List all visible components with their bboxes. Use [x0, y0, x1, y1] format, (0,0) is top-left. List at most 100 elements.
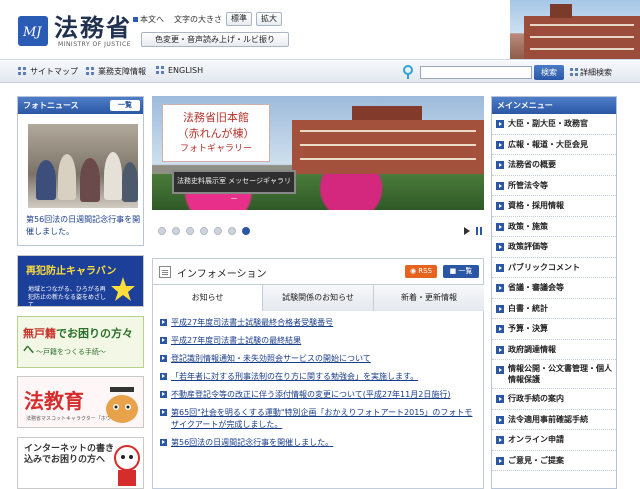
sitemap-link[interactable]: サイトマップ [18, 66, 78, 77]
star-icon [111, 277, 135, 301]
play-icon[interactable] [464, 227, 470, 235]
list-item[interactable]: 平成27年度司法書士試験の最終結果 [159, 335, 477, 347]
information-list-button[interactable]: ■ 一覧 [443, 265, 479, 278]
main-menu-header: メインメニュー [492, 97, 616, 114]
site-header: MJ 法務省 MINISTRY OF JUSTICE 本文へ 文字の大きさ 標準… [0, 0, 640, 60]
photo-gallery-slideshow[interactable]: 法務史料展示室 メッセージギャラリー 法務省旧本館 （赤れんが棟） フォトギャラ… [152, 96, 484, 210]
list-item-text: 平成27年度司法書士試験の最終結果 [171, 336, 302, 345]
photo-news-caption-link[interactable]: 第56回法の日週間記念行事を開催しました。 [26, 214, 141, 238]
slide-dot-3[interactable] [186, 227, 194, 235]
no-family-register-banner[interactable]: 無戸籍でお困りの方々へ ～戸籍をつくる手続～ [17, 316, 144, 368]
list-item[interactable]: 不動産登記令等の改正に伴う添付情報の変更について(平成27年11月2日施行) [159, 389, 477, 401]
slide-dot-5[interactable] [214, 227, 222, 235]
skip-to-content-label: 本文へ [140, 15, 164, 24]
information-list: 平成27年度司法書士試験最終合格者受験番号 平成27年度司法書士試験の最終結果 … [159, 317, 477, 455]
list-item-text: 第56回法の日週間記念行事を開催しました。 [171, 438, 334, 447]
arrow-icon [496, 120, 504, 128]
arrow-icon [496, 181, 504, 190]
menu-item-label: 予算・決算 [508, 324, 548, 333]
font-size-normal-button[interactable]: 標準 [226, 12, 252, 26]
list-item[interactable]: 第56回法の日週間記念行事を開催しました。 [159, 437, 477, 449]
menu-item-administrative-procedures[interactable]: 行政手続の案内 [492, 389, 616, 410]
menu-item-policies[interactable]: 政策・施策 [492, 217, 616, 237]
rss-button[interactable]: ◉ RSS [405, 265, 437, 278]
menu-item-policy-evaluation[interactable]: 政策評価等 [492, 237, 616, 258]
menu-item-label: 資格・採用情報 [508, 201, 564, 210]
menu-item-label: ご意見・ご提案 [508, 455, 564, 465]
menu-item-no-action-letter[interactable]: 法令適用事前確認手続 [492, 410, 616, 430]
arrow-bullet-icon [160, 391, 167, 398]
skip-to-content-link[interactable]: 本文へ [133, 14, 164, 25]
slide-dot-2[interactable] [172, 227, 180, 235]
slide-dot-7[interactable] [242, 227, 250, 235]
pause-icon[interactable] [476, 227, 482, 235]
menu-item-recruitment[interactable]: 資格・採用情報 [492, 196, 616, 217]
arrow-icon [496, 415, 504, 424]
menu-item-feedback[interactable]: ご意見・ご提案 [492, 451, 616, 471]
search-input[interactable] [420, 66, 532, 79]
menu-item-overview[interactable]: 法務省の概要 [492, 155, 616, 176]
photo-news-list-button[interactable]: 一覧 [110, 100, 140, 111]
list-item[interactable]: 登記識別情報通知・未失効照会サービスの開始について [159, 353, 477, 365]
menu-item-label: パブリックコメント [508, 262, 580, 272]
law-education-banner[interactable]: 法教育 法務省マスコットキャラクター「ホウリス君」 [17, 376, 144, 428]
information-tabs: お知らせ 試験関係のお知らせ 新着・更新情報 [153, 285, 484, 311]
internet-posting-banner[interactable]: インターネットの書き込みでお困りの方へ [17, 437, 144, 489]
red-brick-building-shape [292, 106, 484, 180]
english-link[interactable]: ENGLISH [156, 66, 203, 75]
arrow-icon [496, 304, 504, 313]
slideshow-controls [152, 224, 484, 238]
menu-item-label: 省議・審議会等 [508, 283, 564, 292]
main-menu: メインメニュー 大臣・副大臣・政務官 広報・報道・大臣会見 法務省の概要 所管法… [491, 96, 617, 489]
menu-item-councils[interactable]: 省議・審議会等 [492, 278, 616, 299]
slide-dot-4[interactable] [200, 227, 208, 235]
mascot-character-icon [114, 445, 140, 486]
recidivism-caravan-banner[interactable]: 再犯防止キャラバン 地域とつながる、ひろがる再犯防止の新たなる姿をめざして [17, 255, 144, 307]
building-tower-shape [550, 4, 572, 18]
slide-dot-1[interactable] [158, 227, 166, 235]
utility-nav: サイトマップ 業務支障情報 ENGLISH 検索 詳細検索 [0, 61, 640, 83]
moj-logo-icon[interactable]: MJ [18, 16, 48, 46]
grid-icon [86, 67, 94, 75]
exhibition-sign: 法務史料展示室 メッセージギャラリー [172, 170, 296, 203]
arrow-bullet-icon [160, 439, 167, 446]
menu-item-press[interactable]: 広報・報道・大臣会見 [492, 135, 616, 155]
menu-item-label: 政府調達情報 [508, 344, 556, 354]
arrow-icon [496, 325, 504, 333]
advanced-search-link[interactable]: 詳細検索 [570, 67, 612, 78]
photo-news-image[interactable] [28, 124, 138, 208]
site-title[interactable]: 法務省 [54, 8, 132, 43]
font-size-large-button[interactable]: 拡大 [256, 12, 282, 26]
menu-item-online-application[interactable]: オンライン申請 [492, 430, 616, 451]
menu-item-label: 法令適用事前確認手続 [508, 414, 588, 424]
building-roof-shape [352, 106, 422, 120]
rss-icon: ◉ [409, 267, 417, 275]
slide-dot-6[interactable] [228, 227, 236, 235]
menu-item-procurement[interactable]: 政府調達情報 [492, 340, 616, 360]
list-item[interactable]: 「若年者に対する刑事法制の在り方に関する勉強会」を実施します。 [159, 371, 477, 383]
photo-news-panel: フォトニュース 一覧 第56回法の日週間記念行事を開催しました。 [17, 96, 144, 246]
search-icon [403, 65, 413, 79]
tab-exam-notices[interactable]: 試験関係のお知らせ [263, 285, 374, 311]
tab-updates[interactable]: 新着・更新情報 [374, 285, 484, 311]
menu-item-ministers[interactable]: 大臣・副大臣・政務官 [492, 114, 616, 135]
koseki-banner-title-emphasis: 無戸籍 [23, 327, 56, 340]
arrow-icon [496, 161, 504, 169]
arrow-icon [496, 243, 504, 251]
menu-item-white-papers[interactable]: 白書・統計 [492, 299, 616, 319]
menu-item-budget[interactable]: 予算・決算 [492, 319, 616, 340]
list-item[interactable]: 第65回"社会を明るくする運動"特別企画「おかえりフォトアート2015」のフォト… [159, 407, 477, 431]
tab-notices[interactable]: お知らせ [153, 285, 263, 311]
accessibility-button[interactable]: 色変更・音声読み上げ・ルビ振り [141, 32, 289, 47]
menu-item-public-comment[interactable]: パブリックコメント [492, 258, 616, 278]
information-panel: インフォメーション ◉ RSS ■ 一覧 お知らせ 試験関係のお知らせ 新着・更… [152, 258, 484, 489]
list-item[interactable]: 平成27年度司法書士試験最終合格者受験番号 [159, 317, 477, 329]
business-disruption-link[interactable]: 業務支障情報 [86, 66, 146, 77]
menu-item-laws[interactable]: 所管法令等 [492, 176, 616, 196]
menu-item-label: オンライン申請 [508, 435, 564, 444]
menu-item-information-disclosure[interactable]: 情報公開・公文書管理・個人情報保護 [492, 360, 616, 389]
slide-title-box: 法務省旧本館 （赤れんが棟） フォトギャラリー [162, 104, 270, 162]
arrow-icon [496, 345, 504, 354]
search-button[interactable]: 検索 [534, 65, 564, 80]
arrow-bullet-icon [160, 337, 167, 344]
